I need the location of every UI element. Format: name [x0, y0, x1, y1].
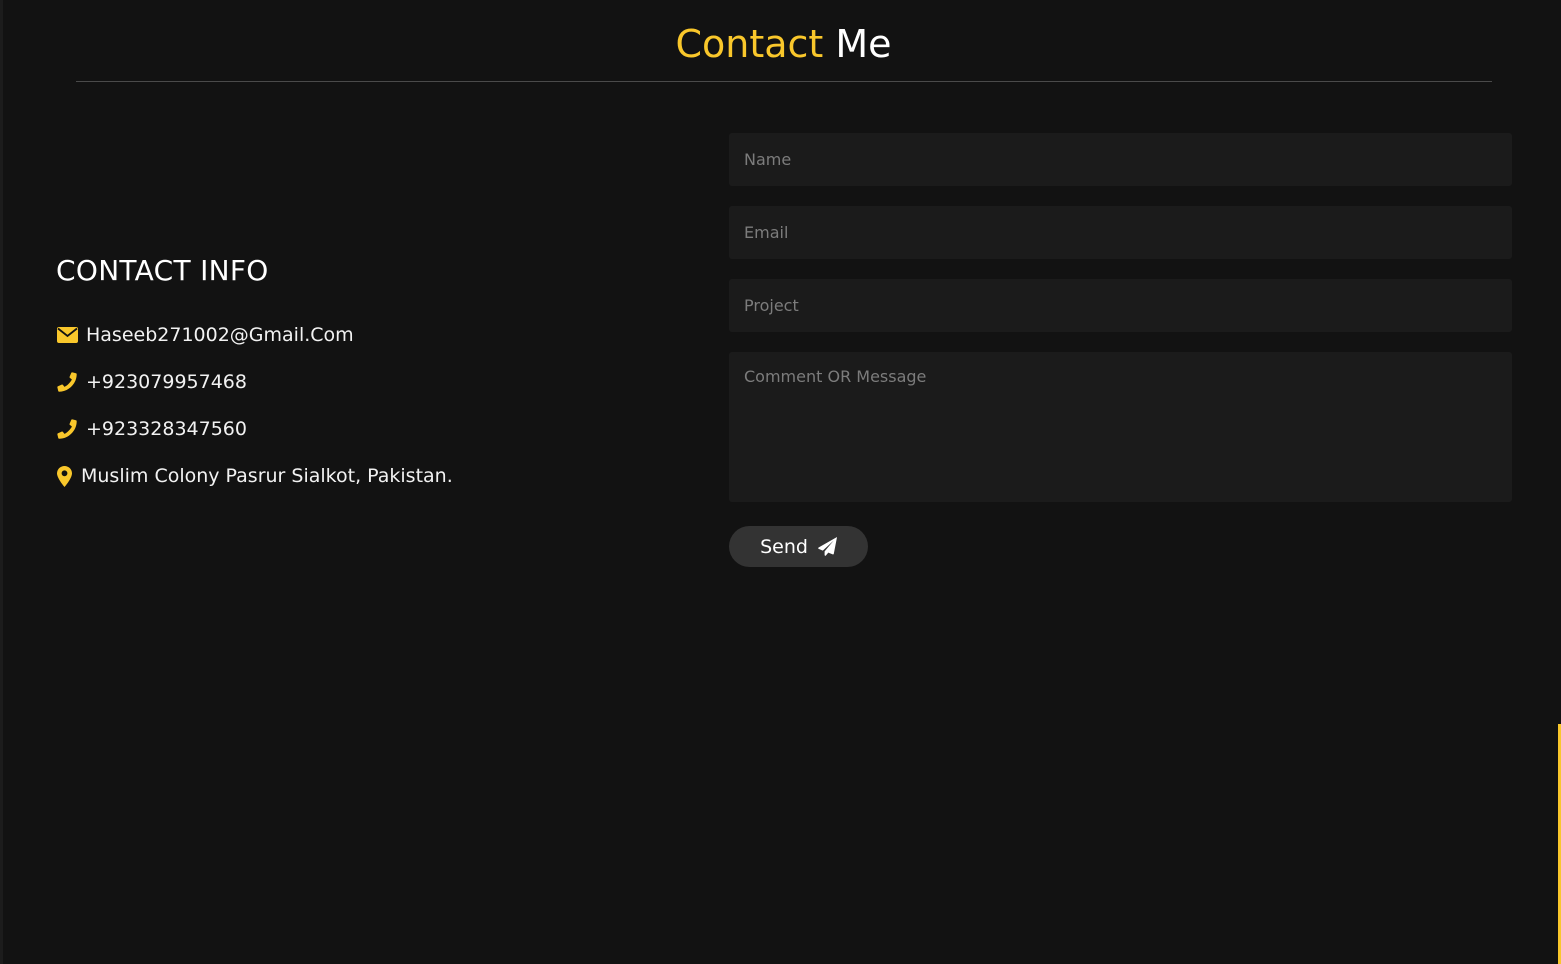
- contact-phone-text-1[interactable]: +923079957468: [86, 371, 247, 393]
- contact-email-text[interactable]: Haseeb271002@Gmail.Com: [86, 324, 354, 346]
- map-marker-icon: [56, 465, 73, 487]
- send-button-label: Send: [760, 535, 808, 558]
- page-title: Contact Me: [3, 18, 1561, 70]
- contact-phone-row-1: +923079957468: [56, 367, 247, 397]
- paper-plane-icon: [818, 537, 837, 556]
- contact-section: Contact Me CONTACT INFO Haseeb271002@Gma…: [0, 0, 1561, 964]
- contact-phone-row-2: +923328347560: [56, 414, 247, 444]
- title-divider: [76, 81, 1492, 82]
- page-title-rest: Me: [823, 22, 892, 66]
- page-title-accent: Contact: [675, 22, 824, 66]
- contact-email-row: Haseeb271002@Gmail.Com: [56, 320, 354, 350]
- contact-info-heading: CONTACT INFO: [56, 254, 269, 287]
- send-button[interactable]: Send: [729, 526, 868, 567]
- contact-address-text: Muslim Colony Pasrur Sialkot, Pakistan.: [81, 465, 453, 487]
- envelope-icon: [56, 324, 78, 346]
- contact-phone-text-2[interactable]: +923328347560: [86, 418, 247, 440]
- contact-address-row: Muslim Colony Pasrur Sialkot, Pakistan.: [56, 461, 453, 491]
- name-input[interactable]: [729, 133, 1512, 186]
- phone-icon: [56, 418, 78, 440]
- email-input[interactable]: [729, 206, 1512, 259]
- project-input[interactable]: [729, 279, 1512, 332]
- phone-icon: [56, 371, 78, 393]
- message-textarea[interactable]: [729, 352, 1512, 502]
